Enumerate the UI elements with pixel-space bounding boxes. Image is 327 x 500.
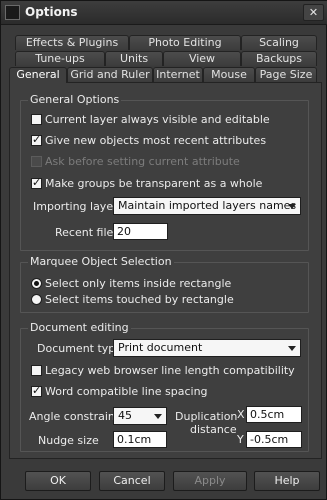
chevron-down-icon (288, 346, 296, 351)
document-type-value: Print document (118, 341, 203, 354)
document-type-label: Document type (37, 342, 123, 355)
nudge-size-input[interactable]: 0.1cm (113, 431, 167, 448)
cancel-button[interactable]: Cancel (99, 471, 165, 491)
angle-constraint-select[interactable]: 45 (113, 407, 167, 425)
dup-y-input[interactable]: -0.5cm (246, 431, 302, 448)
tab-general[interactable]: General (9, 67, 67, 83)
ok-button[interactable]: OK (25, 471, 91, 491)
word-line-spacing-checkbox[interactable] (31, 384, 42, 397)
select-inside-label: Select only items inside rectangle (45, 277, 232, 290)
nudge-size-label: Nudge size (38, 434, 99, 447)
angle-constraint-value: 45 (118, 409, 132, 422)
window-title: Options (25, 5, 78, 19)
ask-before-setting-checkbox[interactable] (31, 156, 42, 167)
select-touched-label: Select items touched by rectangle (45, 293, 234, 306)
recent-files-label: Recent files (55, 226, 119, 239)
chevron-down-icon (154, 414, 162, 419)
tab-effects-plugins[interactable]: Effects & Plugins (15, 35, 129, 50)
dup-x-input[interactable]: 0.5cm (246, 406, 302, 423)
importing-layers-value: Maintain imported layers names (118, 199, 297, 212)
angle-constraint-label: Angle constraint (29, 410, 120, 423)
importing-layers-select[interactable]: Maintain imported layers names (113, 197, 301, 215)
tab-mouse[interactable]: Mouse (203, 67, 255, 82)
legacy-browser-label: Legacy web browser line length compatibi… (45, 364, 295, 377)
distance-label: distance (190, 423, 237, 436)
duplication-label: Duplication (175, 410, 238, 423)
document-type-select[interactable]: Print document (113, 339, 301, 357)
ask-before-setting-label: Ask before setting current attribute (45, 155, 240, 168)
tab-units[interactable]: Units (105, 51, 163, 66)
title-bar[interactable]: Options ✕ (1, 1, 327, 25)
word-line-spacing-label: Word compatible line spacing (45, 385, 208, 398)
select-touched-radio[interactable] (31, 294, 42, 305)
help-button[interactable]: Help (254, 471, 320, 491)
recent-files-input[interactable]: 20 (113, 223, 168, 240)
dup-y-label: Y (237, 433, 244, 446)
tab-scaling[interactable]: Scaling (241, 35, 317, 50)
current-layer-visible-label: Current layer always visible and editabl… (45, 113, 270, 126)
select-inside-radio[interactable] (31, 278, 42, 289)
tab-backups[interactable]: Backups (241, 51, 317, 66)
tab-grid-and-ruler[interactable]: Grid and Ruler (67, 67, 153, 82)
importing-layers-label: Importing layers (33, 200, 124, 213)
apply-button[interactable]: Apply (173, 471, 247, 491)
close-button[interactable]: ✕ (303, 4, 324, 21)
groups-transparent-label: Make groups be transparent as a whole (45, 177, 263, 190)
tab-tune-ups[interactable]: Tune-ups (15, 51, 105, 66)
general-options-title: General Options (28, 93, 122, 106)
groups-transparent-checkbox[interactable] (31, 176, 42, 189)
tab-view[interactable]: View (163, 51, 241, 66)
tab-photo-editing[interactable]: Photo Editing (129, 35, 241, 50)
app-icon (5, 5, 20, 20)
document-editing-title: Document editing (28, 321, 131, 334)
most-recent-attributes-checkbox[interactable] (31, 133, 42, 146)
options-dialog: Options ✕ Effects & Plugins Photo Editin… (0, 0, 327, 500)
tab-page-size[interactable]: Page Size (255, 67, 317, 82)
close-icon: ✕ (308, 6, 319, 19)
legacy-browser-checkbox[interactable] (31, 365, 42, 376)
current-layer-visible-checkbox[interactable] (31, 114, 42, 125)
dup-x-label: X (237, 408, 245, 421)
chevron-down-icon (288, 204, 296, 209)
marquee-selection-title: Marquee Object Selection (28, 255, 174, 268)
most-recent-attributes-label: Give new objects most recent attributes (45, 134, 267, 147)
tab-internet[interactable]: Internet (153, 67, 203, 82)
